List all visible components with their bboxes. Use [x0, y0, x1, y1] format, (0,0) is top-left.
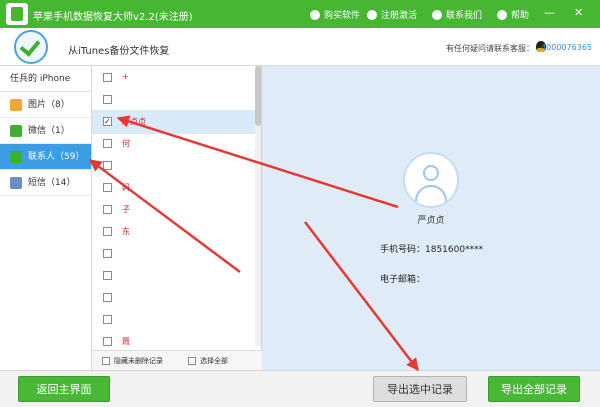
contact-row[interactable]: 妈: [92, 176, 256, 200]
sidebar-item-wechat[interactable]: 微信（1）: [0, 118, 91, 144]
contact-checkbox[interactable]: ✓: [103, 117, 112, 126]
contact-row-name: 严贞贞: [122, 117, 146, 126]
contact-row[interactable]: +: [92, 66, 256, 90]
contact-row[interactable]: [92, 264, 256, 288]
contact-checkbox[interactable]: [103, 161, 112, 170]
sidebar-item-label: 联系人（59）: [28, 152, 85, 162]
checkmark-logo-icon: [14, 30, 48, 64]
hide-deleted-label: 隐藏未删除记录: [114, 357, 163, 365]
cart-icon: [310, 9, 320, 20]
contact-row-name: 何: [122, 139, 130, 148]
sidebar-item-label: 微信（1）: [28, 126, 70, 136]
contact-checkbox[interactable]: [103, 249, 112, 258]
question-icon: [497, 9, 507, 20]
support-text: 有任何疑问请联系客服：: [446, 44, 534, 53]
page-header: 从iTunes备份文件恢复 有任何疑问请联系客服： 4000076365: [0, 28, 600, 66]
contact-checkbox[interactable]: [103, 183, 112, 192]
contact-checkbox[interactable]: [103, 271, 112, 280]
sidebar-item-photos[interactable]: 图片（8）: [0, 92, 91, 118]
person-body-shape: [415, 185, 447, 206]
minimize-button[interactable]: —: [544, 7, 555, 19]
list-footer: 隐藏未删除记录 选择全部: [92, 350, 262, 370]
contact-checkbox[interactable]: [103, 227, 112, 236]
avatar: [403, 152, 459, 208]
export-all-button[interactable]: 导出全部记录: [488, 376, 580, 402]
contact-email: 电子邮箱：: [380, 275, 426, 285]
contact-phone: 手机号码：1851600****: [380, 245, 484, 255]
register-button[interactable]: 注册激活: [367, 8, 417, 21]
select-all-label: 选择全部: [200, 357, 228, 365]
contact-checkbox[interactable]: [103, 95, 112, 104]
select-all-option[interactable]: 选择全部: [188, 356, 228, 366]
contact-row[interactable]: [92, 154, 256, 178]
help-label: 帮助: [511, 11, 530, 21]
sidebar-item-label: 图片（8）: [28, 100, 70, 110]
sms-icon: [10, 177, 22, 189]
contact-row[interactable]: [92, 286, 256, 310]
select-all-checkbox[interactable]: [188, 357, 196, 365]
contact-row[interactable]: ✓ 严贞贞: [92, 110, 256, 134]
category-sidebar: 任兵的 iPhone 图片（8） 微信（1） 联系人（59） 短信（14）: [0, 66, 92, 370]
contact-checkbox[interactable]: [103, 73, 112, 82]
chat-icon: [432, 9, 442, 20]
sidebar-item-sms[interactable]: 短信（14）: [0, 170, 91, 196]
buy-software-label: 购买软件: [324, 11, 361, 21]
app-title: 苹果手机数据恢复大师v2.2(未注册): [33, 12, 193, 23]
action-footer: 返回主界面 导出选中记录 导出全部记录: [0, 370, 600, 407]
close-button[interactable]: ✕: [574, 7, 583, 19]
contact-row-name: +: [122, 72, 129, 81]
export-selected-button[interactable]: 导出选中记录: [373, 376, 467, 402]
contact-row[interactable]: [92, 308, 256, 332]
contact-row[interactable]: 东: [92, 220, 256, 244]
contacts-icon: [10, 151, 22, 163]
contact-row-name: 东: [122, 227, 130, 236]
help-button[interactable]: 帮助: [497, 8, 529, 21]
register-label: 注册激活: [381, 11, 418, 21]
app-logo-icon: [6, 3, 28, 25]
contact-checkbox[interactable]: [103, 315, 112, 324]
contact-row[interactable]: [92, 88, 256, 112]
contact-checkbox[interactable]: [103, 139, 112, 148]
contact-row[interactable]: 子: [92, 198, 256, 222]
contact-name: 严贞贞: [417, 216, 445, 226]
back-to-main-button[interactable]: 返回主界面: [18, 376, 110, 402]
person-icon: [423, 165, 439, 181]
contact-row[interactable]: [92, 242, 256, 266]
contact-checkbox[interactable]: [103, 337, 112, 346]
contact-us-label: 联系我们: [446, 11, 483, 21]
hide-deleted-option[interactable]: 隐藏未删除记录: [102, 356, 163, 366]
contact-us-button[interactable]: 联系我们: [432, 8, 482, 21]
contact-row-name: 子: [122, 205, 130, 214]
qq-number-link[interactable]: 4000076365: [541, 43, 592, 52]
contact-list: + ✓ 严贞贞何妈子东霞 隐藏未删除记录 选择全部: [92, 66, 262, 370]
title-bar: 苹果手机数据恢复大师v2.2(未注册) 购买软件 注册激活 联系我们 帮助 — …: [0, 0, 600, 28]
wechat-icon: [10, 125, 22, 137]
sidebar-item-label: 短信（14）: [28, 178, 76, 188]
contact-checkbox[interactable]: [103, 205, 112, 214]
breadcrumb: 从iTunes备份文件恢复: [68, 46, 170, 57]
list-scrollbar[interactable]: [255, 66, 261, 346]
contact-detail-panel: 严贞贞 手机号码：1851600**** 电子邮箱：: [262, 66, 600, 370]
photos-icon: [10, 99, 22, 111]
contact-row-name: 霞: [122, 337, 130, 346]
hide-deleted-checkbox[interactable]: [102, 357, 110, 365]
key-icon: [367, 9, 377, 20]
contact-row[interactable]: 何: [92, 132, 256, 156]
contact-checkbox[interactable]: [103, 293, 112, 302]
scroll-thumb[interactable]: [255, 66, 261, 126]
buy-software-button[interactable]: 购买软件: [310, 8, 360, 21]
contact-row-name: 妈: [122, 183, 130, 192]
device-name: 任兵的 iPhone: [0, 66, 91, 92]
sidebar-item-contacts[interactable]: 联系人（59）: [0, 144, 91, 170]
